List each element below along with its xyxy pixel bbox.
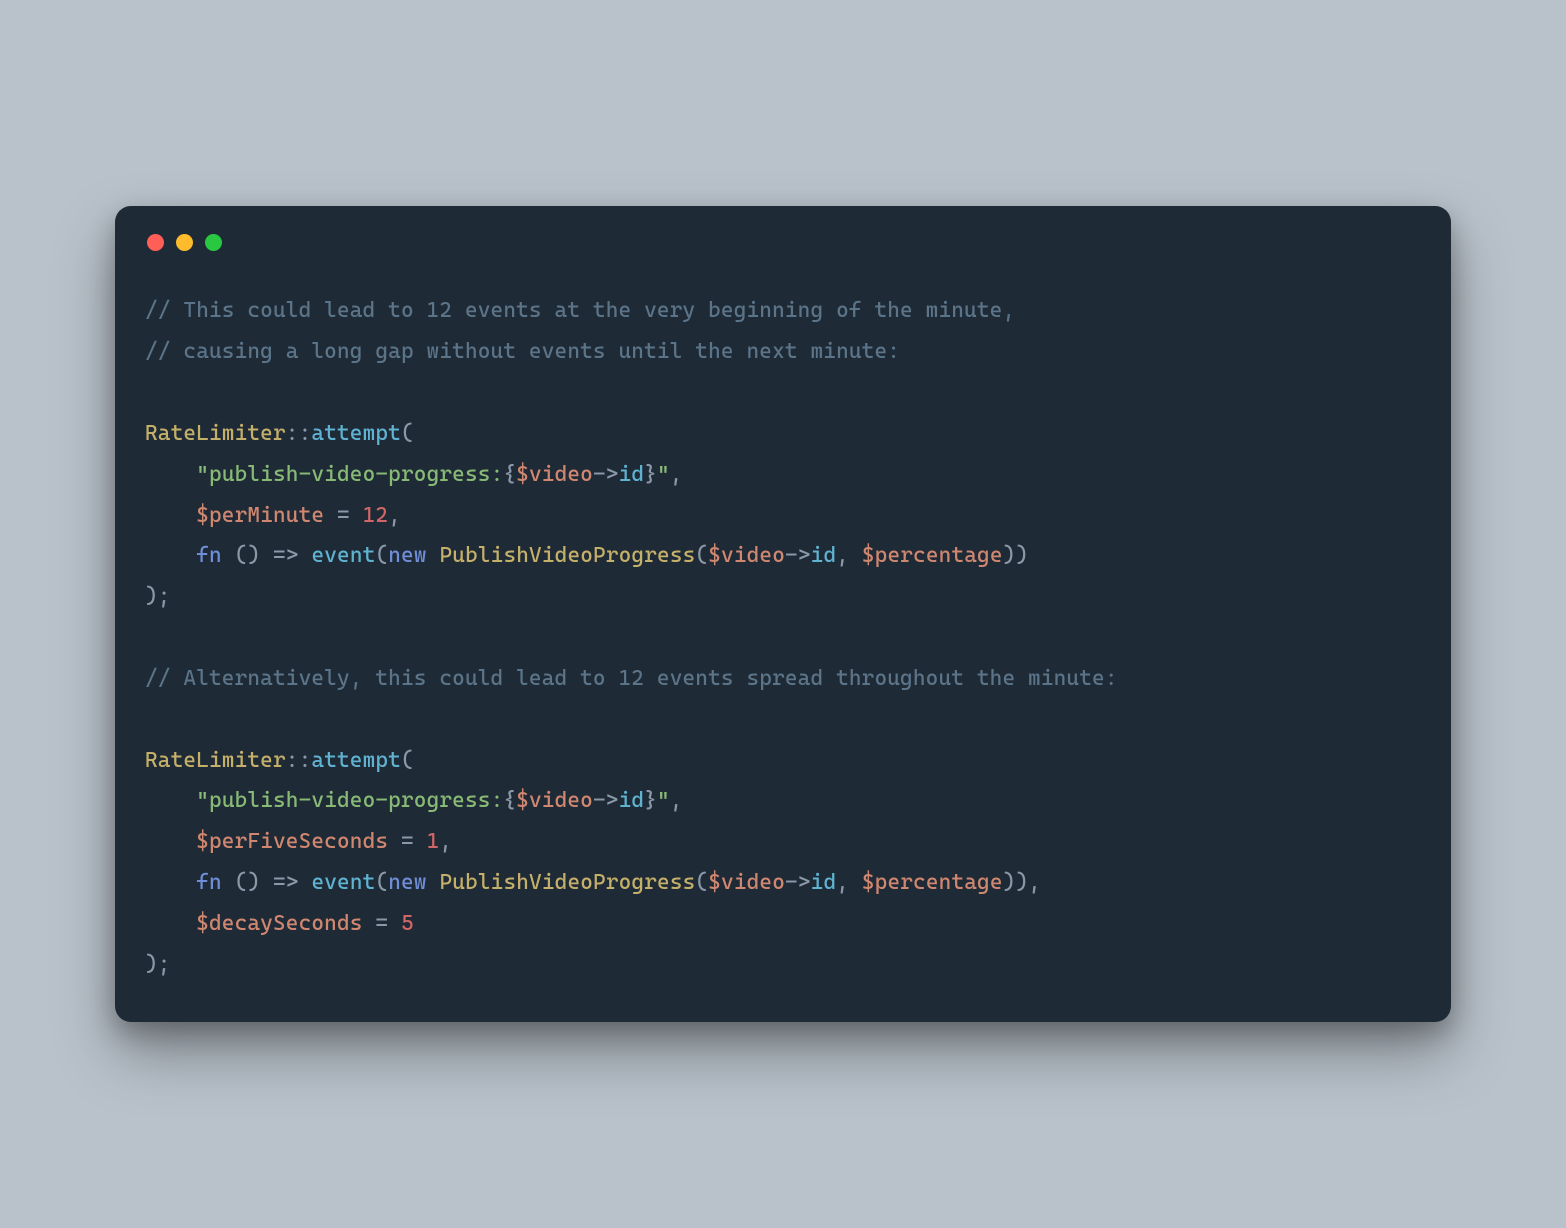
code-keyword: new [388, 870, 426, 895]
code-variable: $video [516, 462, 593, 487]
code-comment: // This could lead to 12 events at the v… [145, 298, 1015, 323]
code-punct: , [388, 503, 401, 528]
code-punct: ( [375, 870, 388, 895]
minimize-icon[interactable] [176, 234, 193, 251]
code-class: RateLimiter [145, 421, 286, 446]
code-indent [145, 911, 196, 936]
code-property: id [811, 543, 837, 568]
code-op: => [260, 543, 311, 568]
code-punct: ) [1003, 870, 1016, 895]
code-op: = [363, 911, 401, 936]
code-variable: $percentage [862, 870, 1003, 895]
code-string: " [196, 462, 209, 487]
code-method: attempt [311, 748, 401, 773]
code-variable: $perFiveSeconds [196, 829, 388, 854]
code-indent [145, 829, 196, 854]
code-property: id [619, 462, 645, 487]
code-variable: $decaySeconds [196, 911, 362, 936]
code-number: 5 [401, 911, 414, 936]
code-variable: $video [708, 870, 785, 895]
code-punct: ) [1003, 543, 1016, 568]
code-variable: $percentage [862, 543, 1003, 568]
code-number: 12 [363, 503, 389, 528]
code-string: publish-video-progress: [209, 462, 503, 487]
code-punct: ) [1015, 870, 1028, 895]
code-string: publish-video-progress: [209, 788, 503, 813]
code-punct: ); [145, 584, 171, 609]
code-variable: $video [516, 788, 593, 813]
code-string: " [196, 788, 209, 813]
code-op: => [260, 870, 311, 895]
code-method: event [311, 870, 375, 895]
code-op: :: [286, 421, 312, 446]
code-op: -> [593, 788, 619, 813]
code-punct: ( [375, 543, 388, 568]
code-punct: ) [1015, 543, 1028, 568]
code-punct: , [836, 870, 862, 895]
code-op: = [388, 829, 426, 854]
code-variable: $perMinute [196, 503, 324, 528]
code-property: id [811, 870, 837, 895]
code-space [222, 870, 235, 895]
code-class: PublishVideoProgress [439, 543, 695, 568]
code-punct: } [644, 462, 657, 487]
code-string: " [657, 462, 670, 487]
code-class: RateLimiter [145, 748, 286, 773]
code-punct: , [670, 788, 683, 813]
code-method: attempt [311, 421, 401, 446]
code-punct: { [503, 462, 516, 487]
code-punct: } [644, 788, 657, 813]
code-punct: ( [401, 748, 414, 773]
code-space [427, 870, 440, 895]
code-op: -> [593, 462, 619, 487]
code-punct: ); [145, 952, 171, 977]
code-indent [145, 462, 196, 487]
code-punct: ( [401, 421, 414, 446]
code-punct: () [235, 543, 261, 568]
code-property: id [619, 788, 645, 813]
code-op: -> [785, 870, 811, 895]
code-punct: () [235, 870, 261, 895]
code-punct: ( [695, 543, 708, 568]
code-comment: // Alternatively, this could lead to 12 … [145, 666, 1118, 691]
code-punct: { [503, 788, 516, 813]
code-string: " [657, 788, 670, 813]
code-op: = [324, 503, 362, 528]
code-window: // This could lead to 12 events at the v… [115, 206, 1451, 1021]
traffic-lights [147, 234, 1421, 251]
code-keyword: fn [196, 870, 222, 895]
code-op: -> [785, 543, 811, 568]
code-indent [145, 788, 196, 813]
code-keyword: new [388, 543, 426, 568]
code-method: event [311, 543, 375, 568]
code-keyword: fn [196, 543, 222, 568]
code-indent [145, 503, 196, 528]
code-punct: , [670, 462, 683, 487]
code-indent [145, 543, 196, 568]
code-class: PublishVideoProgress [439, 870, 695, 895]
code-comment: // causing a long gap without events unt… [145, 339, 900, 364]
code-punct: ( [695, 870, 708, 895]
code-punct: , [1028, 870, 1041, 895]
maximize-icon[interactable] [205, 234, 222, 251]
code-number: 1 [427, 829, 440, 854]
code-indent [145, 870, 196, 895]
code-space [222, 543, 235, 568]
close-icon[interactable] [147, 234, 164, 251]
code-punct: , [439, 829, 452, 854]
code-punct: , [836, 543, 862, 568]
code-block: // This could lead to 12 events at the v… [145, 291, 1421, 985]
code-variable: $video [708, 543, 785, 568]
code-op: :: [286, 748, 312, 773]
code-space [427, 543, 440, 568]
